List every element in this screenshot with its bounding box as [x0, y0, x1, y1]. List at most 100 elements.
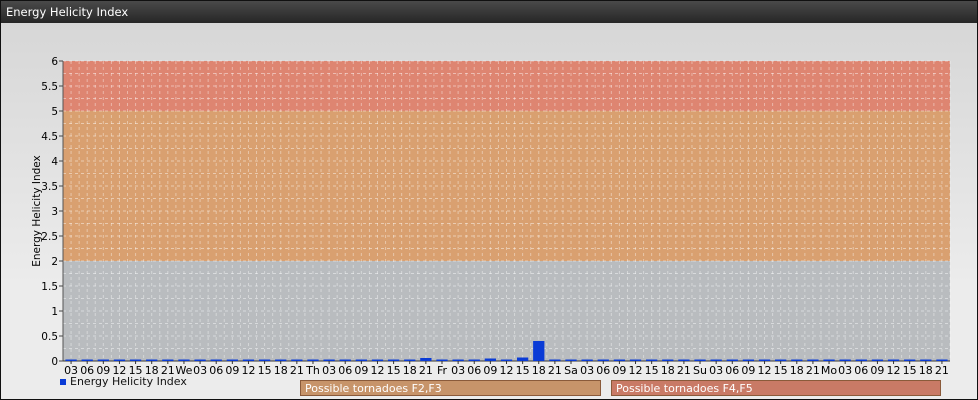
x-tick-label: 21: [677, 364, 691, 377]
y-tick-label: 6: [51, 56, 58, 68]
bar: [613, 359, 626, 361]
y-tick-label: 3: [51, 206, 58, 218]
bar: [662, 359, 674, 361]
bar: [242, 359, 255, 361]
y-tick-label: 5: [51, 106, 58, 118]
x-tick-label: 09: [225, 364, 239, 377]
x-tick-label: 21: [419, 364, 433, 377]
x-tick-label: 18: [403, 364, 417, 377]
x-tick-label: 15: [774, 364, 788, 377]
x-tick-label: 06: [338, 364, 352, 377]
x-tick-label: 18: [274, 364, 288, 377]
x-tick-label: 09: [741, 364, 755, 377]
bar: [710, 359, 722, 361]
bar: [146, 359, 158, 361]
bar: [291, 359, 303, 361]
y-tick-label: 4: [51, 156, 58, 168]
bar: [775, 359, 787, 361]
x-tick-label: 06: [725, 364, 739, 377]
bar: [162, 359, 174, 361]
bar: [387, 359, 400, 361]
bar: [452, 359, 464, 361]
x-tick-label: 15: [645, 364, 659, 377]
y-tick-label: 4.5: [41, 131, 58, 143]
x-tick-label: 21: [548, 364, 562, 377]
y-tick-label: 0.5: [41, 331, 58, 343]
y-tick-label: 1.5: [41, 281, 58, 293]
x-tick-label: 15: [516, 364, 530, 377]
x-tick-label: 09: [354, 364, 368, 377]
bar: [65, 359, 77, 361]
bar: [468, 359, 480, 361]
bar: [371, 359, 384, 361]
bar: [791, 359, 803, 361]
bar: [694, 359, 706, 361]
bar: [436, 359, 448, 361]
x-tick-label: 12: [758, 364, 772, 377]
x-tick-label: 06: [467, 364, 481, 377]
bar: [404, 359, 416, 361]
bar: [758, 359, 771, 361]
x-tick-label: 06: [854, 364, 868, 377]
x-tick-label: Sa: [564, 364, 578, 377]
x-tick-label: Th: [305, 364, 320, 377]
bar: [904, 359, 916, 361]
bar: [678, 359, 690, 361]
chart-area: 0 0.5 1 1.5 2 2.5 3 3.5 4 4.5 5 5.5 6 Energy Helicity…: [1, 23, 977, 399]
bar: [549, 359, 561, 361]
bar: [871, 359, 884, 361]
x-tick-label: 21: [290, 364, 304, 377]
bar: [355, 359, 367, 361]
bar: [178, 359, 190, 361]
bar: [484, 358, 497, 361]
bar: [210, 359, 222, 361]
x-tick-label: 09: [612, 364, 626, 377]
bar: [629, 359, 642, 361]
y-axis-title: Energy Helicity Index: [31, 155, 43, 267]
x-tick-label: 21: [935, 364, 949, 377]
bar: [81, 359, 93, 361]
x-tick-label: 12: [241, 364, 255, 377]
bar: [646, 359, 658, 361]
bar: [581, 359, 593, 361]
x-tick-label: 03: [193, 364, 207, 377]
bar: [420, 358, 432, 361]
bar: [323, 359, 335, 361]
bar: [258, 359, 271, 361]
y-tick-label: 2.5: [41, 231, 58, 243]
window-title: Energy Helicity Index: [1, 1, 977, 23]
chart-window: Energy Helicity Index 0 0.5 1 1.5 2 2.5 3 3.5 4 4…: [0, 0, 978, 400]
legend-label: Energy Helicity Index: [70, 375, 187, 388]
x-tick-label: 03: [580, 364, 594, 377]
bar: [726, 359, 738, 361]
bar: [307, 359, 319, 361]
bar: [226, 359, 238, 361]
bar: [887, 359, 900, 361]
bar: [597, 359, 609, 361]
x-tick-label: 06: [209, 364, 223, 377]
x-tick-label: 03: [451, 364, 465, 377]
bar: [97, 359, 109, 361]
bar: [194, 359, 206, 361]
x-tick-label: 18: [919, 364, 933, 377]
bar: [823, 359, 835, 361]
bar: [516, 357, 529, 361]
bar: [113, 359, 126, 361]
x-tick-label: 15: [387, 364, 401, 377]
x-tick-label: Fr: [437, 364, 448, 377]
x-tick-label: 03: [709, 364, 723, 377]
x-tick-label: 12: [370, 364, 384, 377]
y-tick-label: 5.5: [41, 81, 58, 93]
bar: [533, 341, 545, 361]
legend-swatch: [60, 378, 66, 385]
band-label-f4-f5: Possible tornadoes F4,F5: [611, 380, 941, 396]
bar: [839, 359, 851, 361]
y-tick-label: 3.5: [41, 181, 58, 193]
x-tick-label: 03: [322, 364, 336, 377]
x-tick-label: 18: [532, 364, 546, 377]
x-tick-label: Su: [693, 364, 707, 377]
bar: [129, 359, 142, 361]
x-tick-label: 18: [790, 364, 804, 377]
x-tick-label: 12: [500, 364, 514, 377]
bar: [807, 359, 819, 361]
